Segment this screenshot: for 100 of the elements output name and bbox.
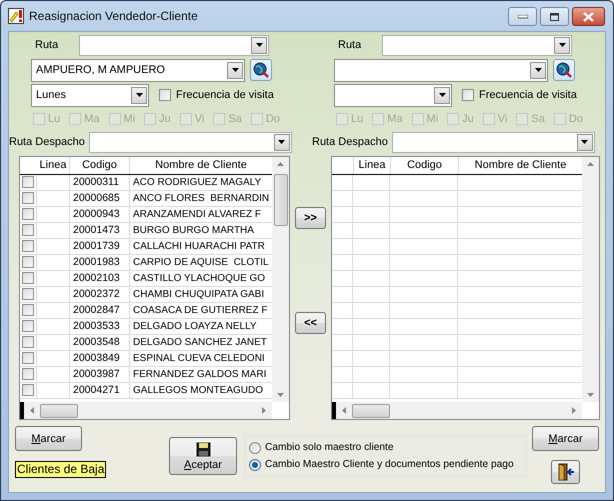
right-arrow-icon[interactable] bbox=[262, 407, 266, 414]
row-checkbox[interactable] bbox=[22, 176, 34, 188]
row-checkbox[interactable] bbox=[22, 192, 34, 204]
scrollbar-thumb[interactable] bbox=[274, 174, 288, 226]
table-cell-text: CASTILLO YLACHOQUE GO bbox=[132, 272, 266, 286]
row-checkbox[interactable] bbox=[22, 352, 34, 364]
scrollbar-thumb[interactable] bbox=[352, 404, 390, 418]
ruta-despacho-label: Ruta Despacho bbox=[9, 136, 85, 148]
row-checkbox[interactable] bbox=[22, 272, 34, 284]
transfer-button[interactable]: >> bbox=[295, 207, 326, 229]
table-cell: 20002847 bbox=[70, 303, 130, 318]
row-checkbox[interactable] bbox=[22, 256, 34, 268]
row-checkbox[interactable] bbox=[22, 320, 34, 332]
radio-button[interactable] bbox=[249, 458, 261, 470]
table-cell: 20003533 bbox=[70, 319, 130, 334]
app-icon bbox=[8, 8, 24, 24]
day-label: Mi bbox=[426, 113, 438, 125]
ruta-label: Ruta bbox=[35, 39, 60, 51]
maximize-button[interactable] bbox=[540, 7, 569, 26]
table-cell-text: CALLACHI HUARACHI PATR bbox=[132, 240, 266, 254]
caret-icon bbox=[558, 43, 566, 47]
frecuencia-label: Frecuencia de visita bbox=[479, 89, 577, 101]
row-checkbox[interactable] bbox=[22, 304, 34, 316]
column-header[interactable]: Linea bbox=[354, 157, 391, 174]
day-label: Sa bbox=[531, 113, 545, 125]
search-button[interactable] bbox=[553, 59, 575, 81]
table-cell: 20004271 bbox=[70, 383, 130, 398]
option-label: Cambio solo maestro cliente bbox=[265, 442, 394, 453]
caret-icon bbox=[278, 140, 286, 144]
day-label: Do bbox=[266, 113, 280, 125]
vertical-scrollbar[interactable] bbox=[582, 157, 599, 402]
up-arrow-icon[interactable] bbox=[587, 162, 594, 166]
row-checkbox[interactable] bbox=[22, 288, 34, 300]
table-cell-text: COASACA DE GUTIERREZ F bbox=[132, 304, 268, 318]
row-checkbox[interactable] bbox=[22, 336, 34, 348]
search-icon bbox=[556, 62, 572, 78]
day-dropdown[interactable]: Lunes bbox=[31, 84, 149, 106]
table-cell-text: DELGADO SANCHEZ JANET bbox=[132, 336, 268, 350]
vendor-dropdown[interactable] bbox=[334, 58, 548, 82]
table-cell: 20001473 bbox=[70, 223, 130, 238]
checkbox[interactable] bbox=[159, 89, 171, 101]
ruta-despacho-dropdown[interactable] bbox=[392, 132, 595, 152]
transfer-button[interactable]: << bbox=[295, 312, 326, 334]
maximize-icon bbox=[550, 12, 559, 20]
day-label: Lu bbox=[351, 113, 364, 125]
day-label: Vi bbox=[194, 113, 204, 125]
table-cell-text: GALLEGOS MONTEAGUDO bbox=[132, 384, 264, 398]
column-header[interactable]: Codigo bbox=[391, 157, 459, 174]
table-cell-text: BURGO BURGO MARTHA bbox=[132, 224, 255, 238]
day-label: Ma bbox=[84, 113, 100, 125]
frecuencia-label: Frecuencia de visita bbox=[176, 89, 274, 101]
right-arrow-icon[interactable] bbox=[572, 407, 576, 414]
caret-icon bbox=[232, 68, 238, 72]
checkbox[interactable] bbox=[462, 89, 474, 101]
search-button[interactable] bbox=[250, 59, 272, 81]
mark-button[interactable]: Marcar bbox=[532, 426, 599, 451]
column-header[interactable]: Linea bbox=[37, 157, 70, 174]
day-label: Ju bbox=[462, 113, 474, 125]
radio-button[interactable] bbox=[249, 442, 261, 454]
down-arrow-icon[interactable] bbox=[587, 393, 594, 397]
up-arrow-icon[interactable] bbox=[277, 162, 284, 166]
mark-button[interactable]: Marcar bbox=[15, 426, 82, 451]
minimize-button[interactable] bbox=[508, 7, 537, 26]
table-cell: 20003548 bbox=[70, 335, 130, 350]
row-checkbox[interactable] bbox=[22, 208, 34, 220]
column-header[interactable]: Nombre de Cliente bbox=[130, 157, 272, 174]
table-cell: 20001739 bbox=[70, 239, 130, 254]
accept-button[interactable]: Aceptar bbox=[169, 437, 237, 475]
row-checkbox[interactable] bbox=[22, 240, 34, 252]
table-cell: 20000311 bbox=[70, 175, 130, 190]
caret-icon bbox=[534, 68, 542, 72]
table-cell-text: FERNANDEZ GALDOS MARI bbox=[132, 368, 268, 382]
scrollbar-thumb[interactable] bbox=[40, 404, 78, 418]
caret-icon bbox=[438, 93, 446, 97]
table-cell: 20003987 bbox=[70, 367, 130, 382]
row-checkbox[interactable] bbox=[22, 384, 34, 396]
exit-button[interactable] bbox=[551, 460, 580, 484]
left-arrow-icon[interactable] bbox=[342, 407, 346, 414]
table-cell: 20000943 bbox=[70, 207, 130, 222]
option-label: Cambio Maestro Cliente y documentos pendiente pago bbox=[265, 459, 514, 470]
down-arrow-icon[interactable] bbox=[277, 393, 284, 397]
vertical-scrollbar[interactable] bbox=[272, 157, 289, 402]
table-cell: 20000685 bbox=[70, 191, 130, 206]
close-button[interactable] bbox=[572, 7, 605, 26]
day-dropdown[interactable] bbox=[334, 84, 452, 106]
window-title: Reasignacion Vendedor-Cliente bbox=[29, 9, 198, 23]
column-header[interactable]: Nombre de Cliente bbox=[459, 157, 582, 174]
table-cell-text: CHAMBI CHUQUIPATA GABI bbox=[132, 288, 266, 302]
vendor-dropdown[interactable]: AMPUERO, M AMPUERO bbox=[31, 58, 245, 82]
column-header[interactable]: Codigo bbox=[70, 157, 130, 174]
ruta-label: Ruta bbox=[338, 39, 362, 51]
table-cell: 20002372 bbox=[70, 287, 130, 302]
row-checkbox[interactable] bbox=[22, 368, 34, 380]
table-cell-text: ACO RODRIGUEZ MAGALY bbox=[132, 176, 262, 190]
horizontal-scrollbar[interactable] bbox=[20, 402, 272, 419]
horizontal-scrollbar[interactable] bbox=[332, 402, 582, 419]
left-arrow-icon[interactable] bbox=[30, 407, 34, 414]
row-checkbox[interactable] bbox=[22, 224, 34, 236]
ruta-despacho-dropdown[interactable] bbox=[88, 132, 292, 152]
table-cell-text: ARANZAMENDI ALVAREZ F bbox=[132, 208, 262, 222]
